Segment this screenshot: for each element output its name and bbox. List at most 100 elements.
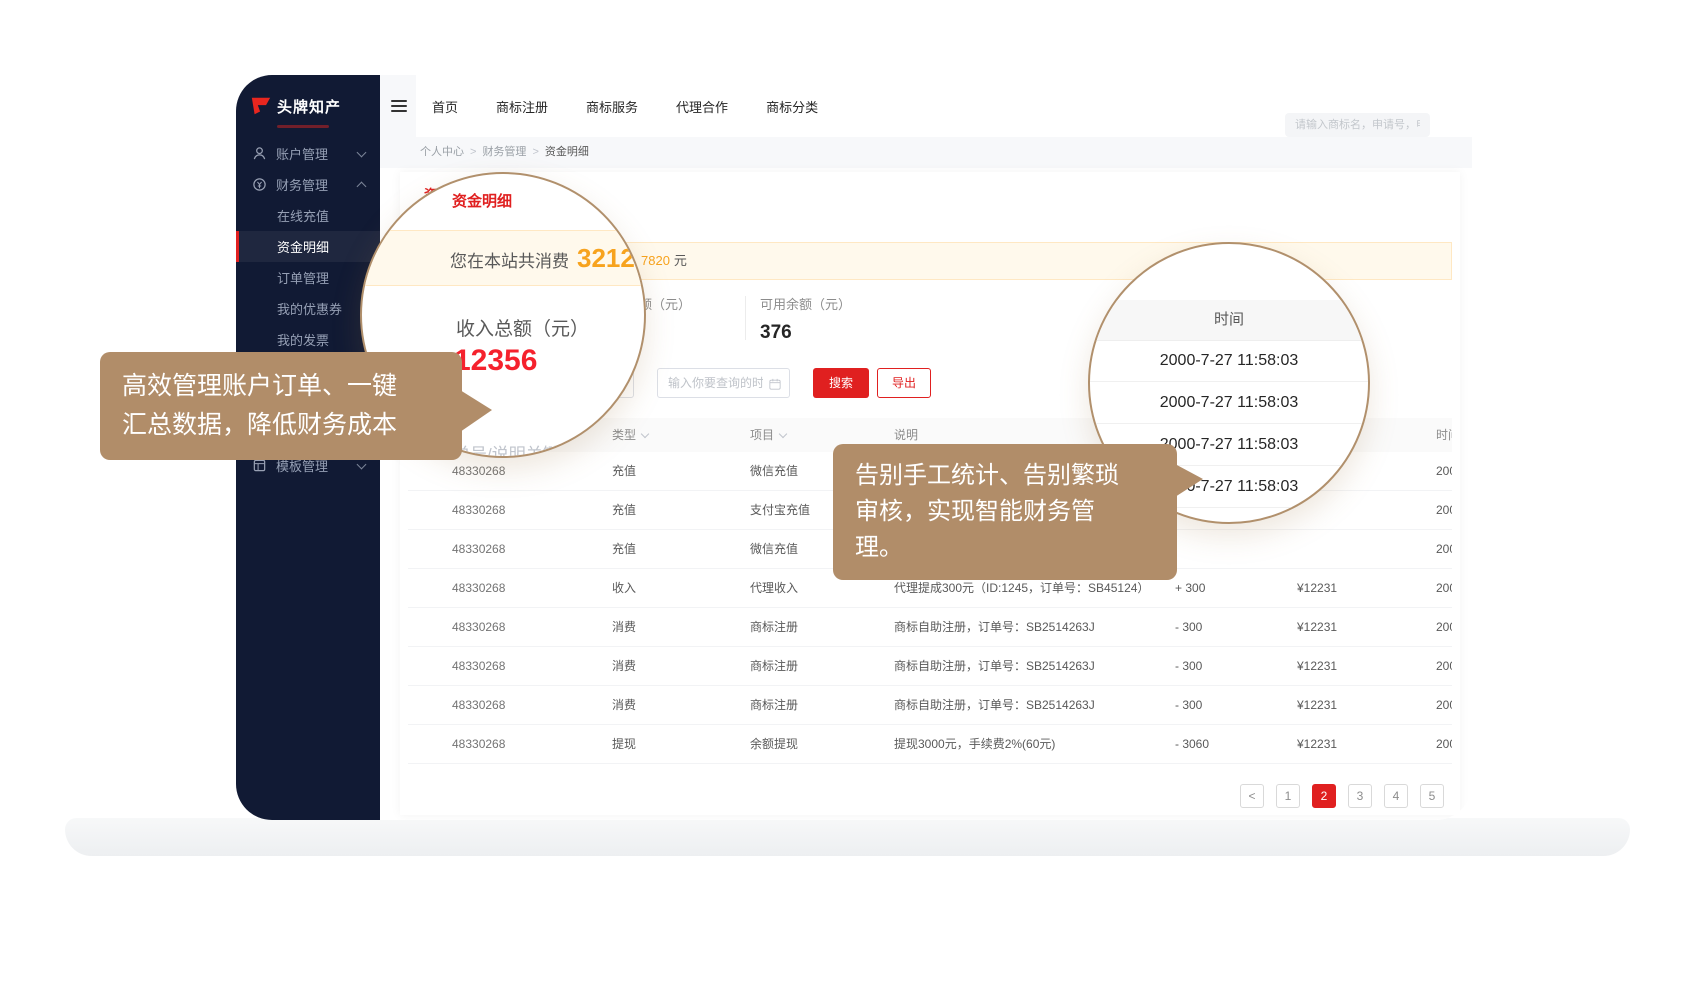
breadcrumb-item[interactable]: 财务管理 bbox=[482, 146, 526, 158]
cell-order: 48330268 bbox=[408, 647, 612, 685]
table-row[interactable]: 48330268消费商标注册商标自助注册，订单号：SB2514263J- 300… bbox=[408, 686, 1452, 725]
pagination-page-3[interactable]: 3 bbox=[1348, 784, 1372, 808]
nav-item-商标注册[interactable]: 商标注册 bbox=[496, 97, 548, 116]
callout-left: 高效管理账户订单、一键汇总数据，降低财务成本 bbox=[100, 352, 462, 460]
cell-amount: - 300 bbox=[1175, 608, 1297, 646]
pagination-prev-button[interactable]: < bbox=[1240, 784, 1264, 808]
brand-logo-icon bbox=[250, 95, 272, 117]
cell-time: 2000-7-27 11:58:03 bbox=[1436, 686, 1452, 724]
template-icon bbox=[252, 458, 267, 473]
magnified-time-cell: 2000-7-27 11:58:03 bbox=[1090, 340, 1368, 382]
callout-line: 理。 bbox=[855, 530, 1155, 566]
sort-caret-icon[interactable] bbox=[779, 430, 787, 438]
nav-item-商标服务[interactable]: 商标服务 bbox=[586, 97, 638, 116]
pagination-page-5[interactable]: 5 bbox=[1420, 784, 1444, 808]
sidebar-item-订单管理[interactable]: 订单管理 bbox=[236, 262, 380, 293]
cell-type: 提现 bbox=[612, 725, 750, 763]
cell-balance: ¥12231 bbox=[1297, 686, 1436, 724]
cell-desc: 提现3000元，手续费2%(60元) bbox=[894, 725, 1175, 763]
stat-value: 376 bbox=[760, 322, 851, 344]
calendar-icon[interactable] bbox=[769, 377, 781, 389]
finance-icon bbox=[252, 177, 267, 192]
cell-time: 2000-7-27 11:58:03 bbox=[1436, 647, 1452, 685]
top-nav: 首页 商标注册 商标服务 代理合作 商标分类 bbox=[432, 75, 818, 137]
nav-item-首页[interactable]: 首页 bbox=[432, 97, 458, 116]
cell-type: 消费 bbox=[612, 647, 750, 685]
cell-type: 充值 bbox=[612, 530, 750, 568]
breadcrumb-item[interactable]: 个人中心 bbox=[420, 146, 464, 158]
breadcrumb-item[interactable]: 资金明细 bbox=[545, 146, 589, 158]
sidebar-item-在线充值[interactable]: 在线充值 bbox=[236, 200, 380, 231]
nav-item-商标分类[interactable]: 商标分类 bbox=[766, 97, 818, 116]
magnified-page-title: 资金明细 bbox=[452, 190, 512, 211]
cell-order: 48330268 bbox=[408, 530, 612, 568]
callout-line: 告别手工统计、告别繁琐 bbox=[855, 458, 1155, 494]
sort-caret-icon[interactable] bbox=[641, 430, 649, 438]
logo-subtext bbox=[277, 125, 329, 128]
table-header-cell[interactable]: 类型 bbox=[612, 418, 750, 452]
callout-line: 汇总数据，降低财务成本 bbox=[122, 406, 440, 445]
cell-type: 消费 bbox=[612, 686, 750, 724]
stage: 头牌知产 账户管理财务管理在线充值资金明细订单管理我的优惠券我的发票模板管理 首… bbox=[0, 0, 1696, 1002]
chevron-down-icon bbox=[357, 459, 367, 469]
cell-time: 2000-7-27 11:58:03 bbox=[1436, 569, 1452, 607]
stat-label: 可用余额（元） bbox=[760, 294, 851, 313]
pagination-page-1[interactable]: 1 bbox=[1276, 784, 1300, 808]
magnified-time-cell: 2000-7-27 11:58:03 bbox=[1090, 382, 1368, 424]
topbar: 首页 商标注册 商标服务 代理合作 商标分类 bbox=[380, 75, 1472, 137]
cell-project: 商标注册 bbox=[750, 686, 894, 724]
banner-unit: 元 bbox=[674, 253, 687, 268]
magnified-stat-label: 收入总额（元） bbox=[456, 314, 589, 341]
sidebar-item-label: 我的优惠券 bbox=[277, 299, 342, 318]
pagination-page-2[interactable]: 2 bbox=[1312, 784, 1336, 808]
sidebar-item-财务管理[interactable]: 财务管理 bbox=[236, 169, 380, 200]
chevron-down-icon bbox=[357, 147, 367, 157]
sidebar-item-label: 在线充值 bbox=[277, 206, 329, 225]
pagination: <12345 bbox=[1240, 784, 1444, 808]
cell-type: 消费 bbox=[612, 608, 750, 646]
banner-amount: 7820 bbox=[641, 253, 670, 268]
search-button[interactable]: 搜索 bbox=[813, 368, 869, 398]
cell-type: 充值 bbox=[612, 452, 750, 490]
callout-right: 告别手工统计、告别繁琐审核，实现智能财务管理。 bbox=[833, 444, 1177, 580]
sidebar-item-label: 财务管理 bbox=[276, 175, 328, 194]
table-row[interactable]: 48330268消费商标注册商标自助注册，订单号：SB2514263J- 300… bbox=[408, 608, 1452, 647]
breadcrumb-separator: > bbox=[532, 146, 538, 158]
nav-item-代理合作[interactable]: 代理合作 bbox=[676, 97, 728, 116]
sidebar-item-label: 订单管理 bbox=[277, 268, 329, 287]
cell-type: 收入 bbox=[612, 569, 750, 607]
stat-block: 可用余额（元） 376 bbox=[760, 294, 851, 344]
sidebar-item-我的发票[interactable]: 我的发票 bbox=[236, 324, 380, 355]
export-button[interactable]: 导出 bbox=[877, 368, 931, 398]
magnified-time-header: 时间 bbox=[1090, 300, 1368, 341]
callout-line: 审核，实现智能财务管 bbox=[855, 494, 1155, 530]
magnified-stat-value: 12356 bbox=[454, 344, 537, 378]
magnified-banner: 您在本站共消费32124 bbox=[362, 230, 644, 286]
sidebar-item-label: 资金明细 bbox=[277, 237, 329, 256]
cell-order: 48330268 bbox=[408, 725, 612, 763]
cell-project: 商标注册 bbox=[750, 647, 894, 685]
cell-amount: - 300 bbox=[1175, 686, 1297, 724]
cell-order: 48330268 bbox=[408, 686, 612, 724]
pagination-page-4[interactable]: 4 bbox=[1384, 784, 1408, 808]
cell-time: 2000-7-27 11:58:03 bbox=[1436, 452, 1452, 490]
menu-icon[interactable] bbox=[391, 100, 407, 115]
cell-balance bbox=[1297, 530, 1436, 568]
user-icon bbox=[252, 146, 267, 161]
sidebar-item-账户管理[interactable]: 账户管理 bbox=[236, 138, 380, 169]
brand-name: 头牌知产 bbox=[277, 96, 341, 117]
table-row[interactable]: 48330268消费商标注册商标自助注册，订单号：SB2514263J- 300… bbox=[408, 647, 1452, 686]
cell-type: 充值 bbox=[612, 491, 750, 529]
cell-project: 余额提现 bbox=[750, 725, 894, 763]
chevron-up-icon bbox=[357, 181, 367, 191]
brand-logo[interactable]: 头牌知产 bbox=[236, 75, 380, 123]
sidebar-item-label: 账户管理 bbox=[276, 144, 328, 163]
sidebar-item-资金明细[interactable]: 资金明细 bbox=[236, 231, 380, 262]
cell-amount: - 3060 bbox=[1175, 725, 1297, 763]
table-row[interactable]: 48330268提现余额提现提现3000元，手续费2%(60元)- 3060¥1… bbox=[408, 725, 1452, 764]
sidebar-item-我的优惠券[interactable]: 我的优惠券 bbox=[236, 293, 380, 324]
cell-desc: 商标自助注册，订单号：SB2514263J bbox=[894, 686, 1175, 724]
cell-time: 2000-7-27 11:58:03 bbox=[1436, 608, 1452, 646]
cell-balance: ¥12231 bbox=[1297, 569, 1436, 607]
search-input[interactable] bbox=[1285, 113, 1430, 137]
